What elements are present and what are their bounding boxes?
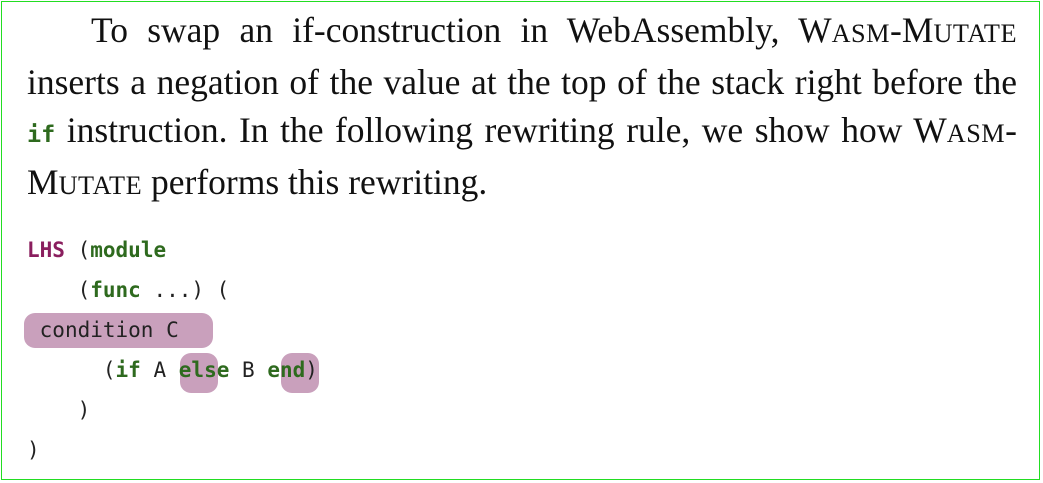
- tool-name-smallcaps: ASM: [946, 119, 1006, 148]
- text-segment: To swap an if-construction in WebAssembl…: [91, 10, 799, 50]
- if-line: (if A else B end): [27, 358, 318, 382]
- tool-name-letter: W: [798, 10, 832, 50]
- module-keyword: module: [90, 238, 167, 262]
- code-line-1: LHS (module: [27, 230, 318, 270]
- paragraph-text: To swap an if-construction in WebAssembl…: [27, 6, 1017, 210]
- condition-text: condition C: [27, 318, 179, 342]
- code-line-4: (if A else B end): [27, 350, 319, 393]
- condition-label: condition C: [39, 318, 179, 342]
- code-line-5: ): [27, 390, 318, 430]
- hole-b: B: [242, 358, 255, 382]
- if-keyword: if: [115, 358, 141, 382]
- tool-name-letter: M: [27, 162, 59, 202]
- tool-name-smallcaps: UTATE: [58, 171, 143, 200]
- inline-code-if: if: [27, 120, 56, 148]
- paren: ): [77, 398, 91, 422]
- else-keyword: else: [178, 358, 230, 382]
- paren: ): [27, 438, 40, 462]
- body-paragraph: To swap an if-construction in WebAssembl…: [27, 6, 1017, 210]
- tool-name-dash: -: [1005, 110, 1017, 150]
- lhs-label: LHS: [27, 238, 65, 262]
- code-line-6: ): [27, 430, 318, 470]
- end-keyword: end: [267, 358, 306, 382]
- code-line-3: condition C: [24, 310, 318, 350]
- tool-name-dash: -: [890, 10, 902, 50]
- tool-name-smallcaps: ASM: [831, 19, 891, 48]
- code-listing: LHS (module (func ...) ( condition C (if…: [24, 230, 319, 470]
- paren: (: [102, 358, 116, 382]
- tool-name-smallcaps: UTATE: [933, 19, 1017, 48]
- text-segment: inserts a negation of the value at the t…: [27, 62, 1017, 102]
- code-line-2: (func ...) (: [27, 270, 318, 310]
- func-keyword: func: [90, 278, 141, 302]
- tool-name-letter: M: [901, 10, 934, 50]
- tool-name: WASM-MUTATE: [798, 10, 1017, 50]
- text-segment: performs this rewriting.: [142, 162, 488, 202]
- paren: (: [77, 278, 91, 302]
- hole-a: A: [153, 358, 167, 382]
- tool-name-letter: W: [913, 110, 947, 150]
- func-rest: ...) (: [140, 278, 230, 302]
- paren: ): [305, 358, 318, 382]
- text-segment: instruction. In the following rewriting …: [55, 110, 914, 150]
- paren: (: [77, 238, 91, 262]
